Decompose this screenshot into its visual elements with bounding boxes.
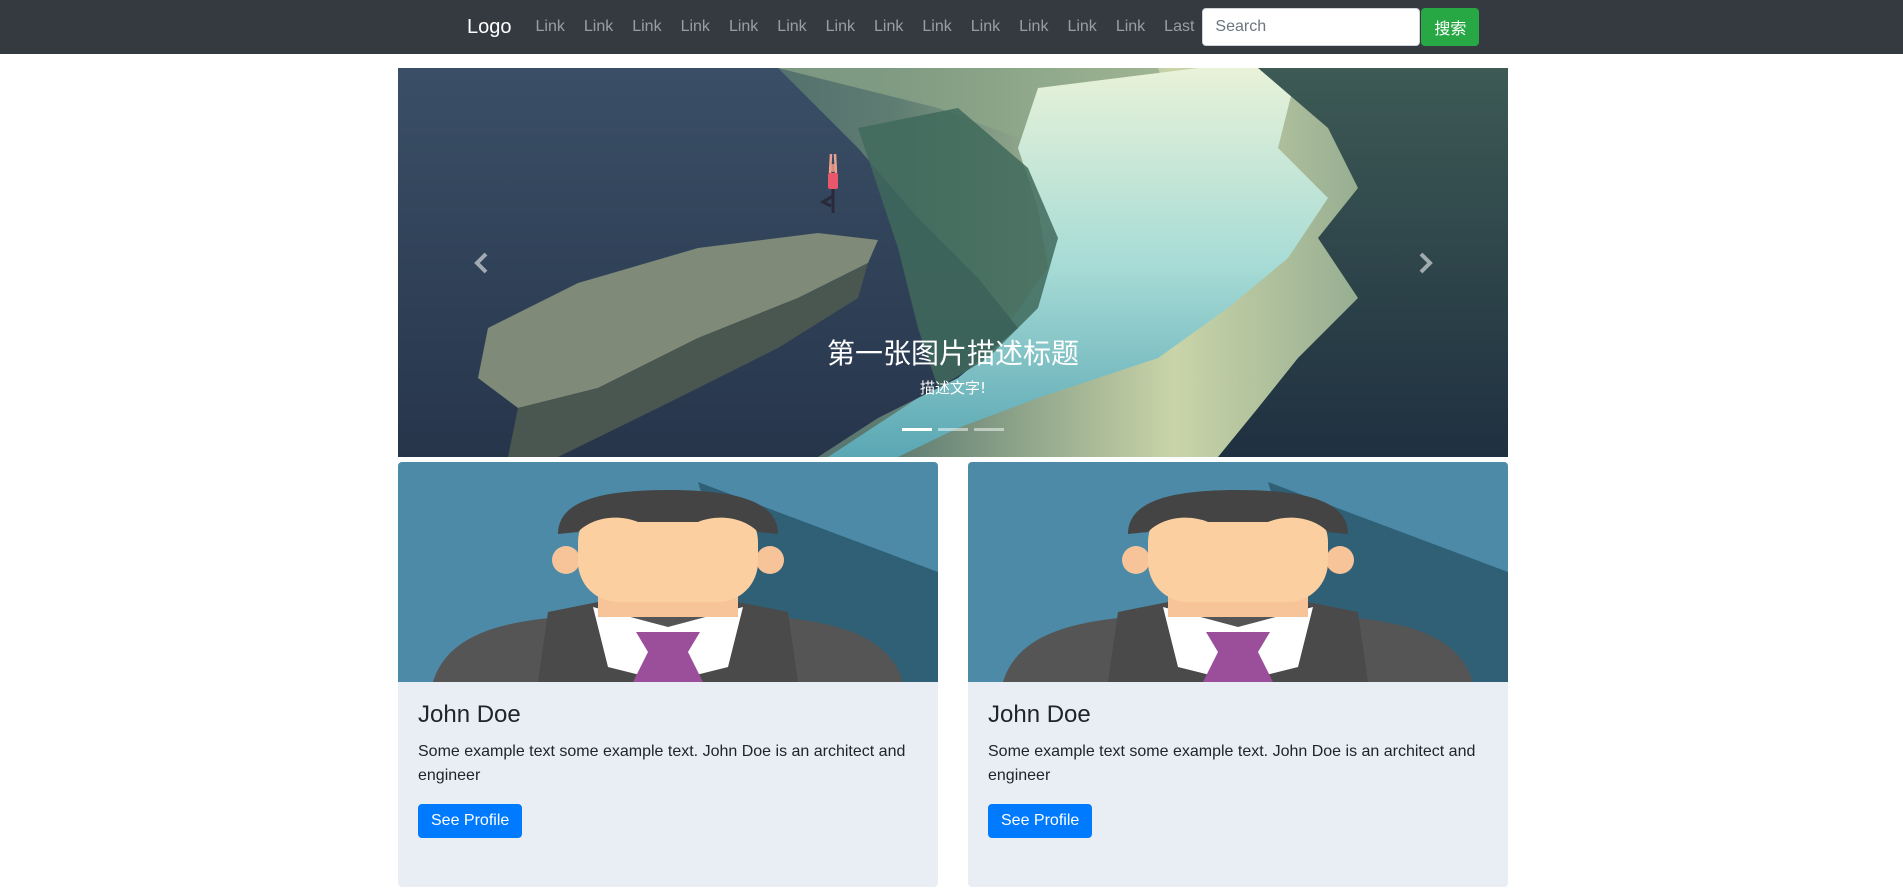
nav-links: Link Link Link Link Link Link Link Link … (536, 18, 1203, 36)
nav-link[interactable]: Link (729, 18, 758, 36)
navbar-content: Logo Link Link Link Link Link Link Link … (467, 0, 1480, 54)
card-text: Some example text some example text. Joh… (988, 743, 1476, 784)
search-form: 搜索 (1202, 8, 1480, 46)
nav-link[interactable]: Link (777, 18, 806, 36)
avatar-image (398, 462, 938, 682)
brand-logo[interactable]: Logo (467, 16, 512, 39)
card-body: John Doe Some example text some example … (398, 701, 938, 838)
search-button[interactable]: 搜索 (1421, 8, 1480, 46)
carousel-indicator-1[interactable] (902, 428, 932, 431)
carousel-indicator-2[interactable] (938, 428, 968, 431)
avatar-image (968, 462, 1508, 682)
carousel-caption-text: 描述文字! (919, 379, 986, 397)
nav-link[interactable]: Link (971, 18, 1000, 36)
image-carousel: 第一张图片描述标题 描述文字! (398, 68, 1508, 457)
chevron-right-icon (1419, 252, 1433, 273)
nav-link[interactable]: Link (874, 18, 903, 36)
nav-link-last[interactable]: Last (1164, 18, 1194, 36)
profile-card: John Doe Some example text some example … (398, 462, 938, 887)
nav-link[interactable]: Link (1116, 18, 1145, 36)
nav-link[interactable]: Link (632, 18, 661, 36)
carousel-next-control[interactable] (1341, 68, 1508, 457)
carousel-indicators (398, 428, 1508, 431)
chevron-left-icon (473, 252, 487, 273)
nav-link[interactable]: Link (922, 18, 951, 36)
nav-link[interactable]: Link (826, 18, 855, 36)
see-profile-button[interactable]: See Profile (988, 804, 1093, 838)
nav-link[interactable]: Link (1019, 18, 1048, 36)
nav-link[interactable]: Link (681, 18, 710, 36)
card-title: John Doe (988, 701, 1091, 728)
card-title: John Doe (418, 701, 521, 728)
search-input[interactable] (1202, 8, 1421, 46)
nav-link[interactable]: Link (584, 18, 613, 36)
nav-link[interactable]: Link (1067, 18, 1096, 36)
see-profile-button[interactable]: See Profile (418, 804, 523, 838)
card-text: Some example text some example text. Joh… (418, 743, 906, 784)
profile-card: John Doe Some example text some example … (968, 462, 1508, 887)
carousel-indicator-3[interactable] (974, 428, 1004, 431)
carousel-caption-title: 第一张图片描述标题 (826, 337, 1079, 370)
carousel-prev-control[interactable] (398, 68, 565, 457)
top-navbar: Logo Link Link Link Link Link Link Link … (0, 0, 1903, 54)
card-body: John Doe Some example text some example … (968, 701, 1508, 838)
nav-link[interactable]: Link (536, 18, 565, 36)
